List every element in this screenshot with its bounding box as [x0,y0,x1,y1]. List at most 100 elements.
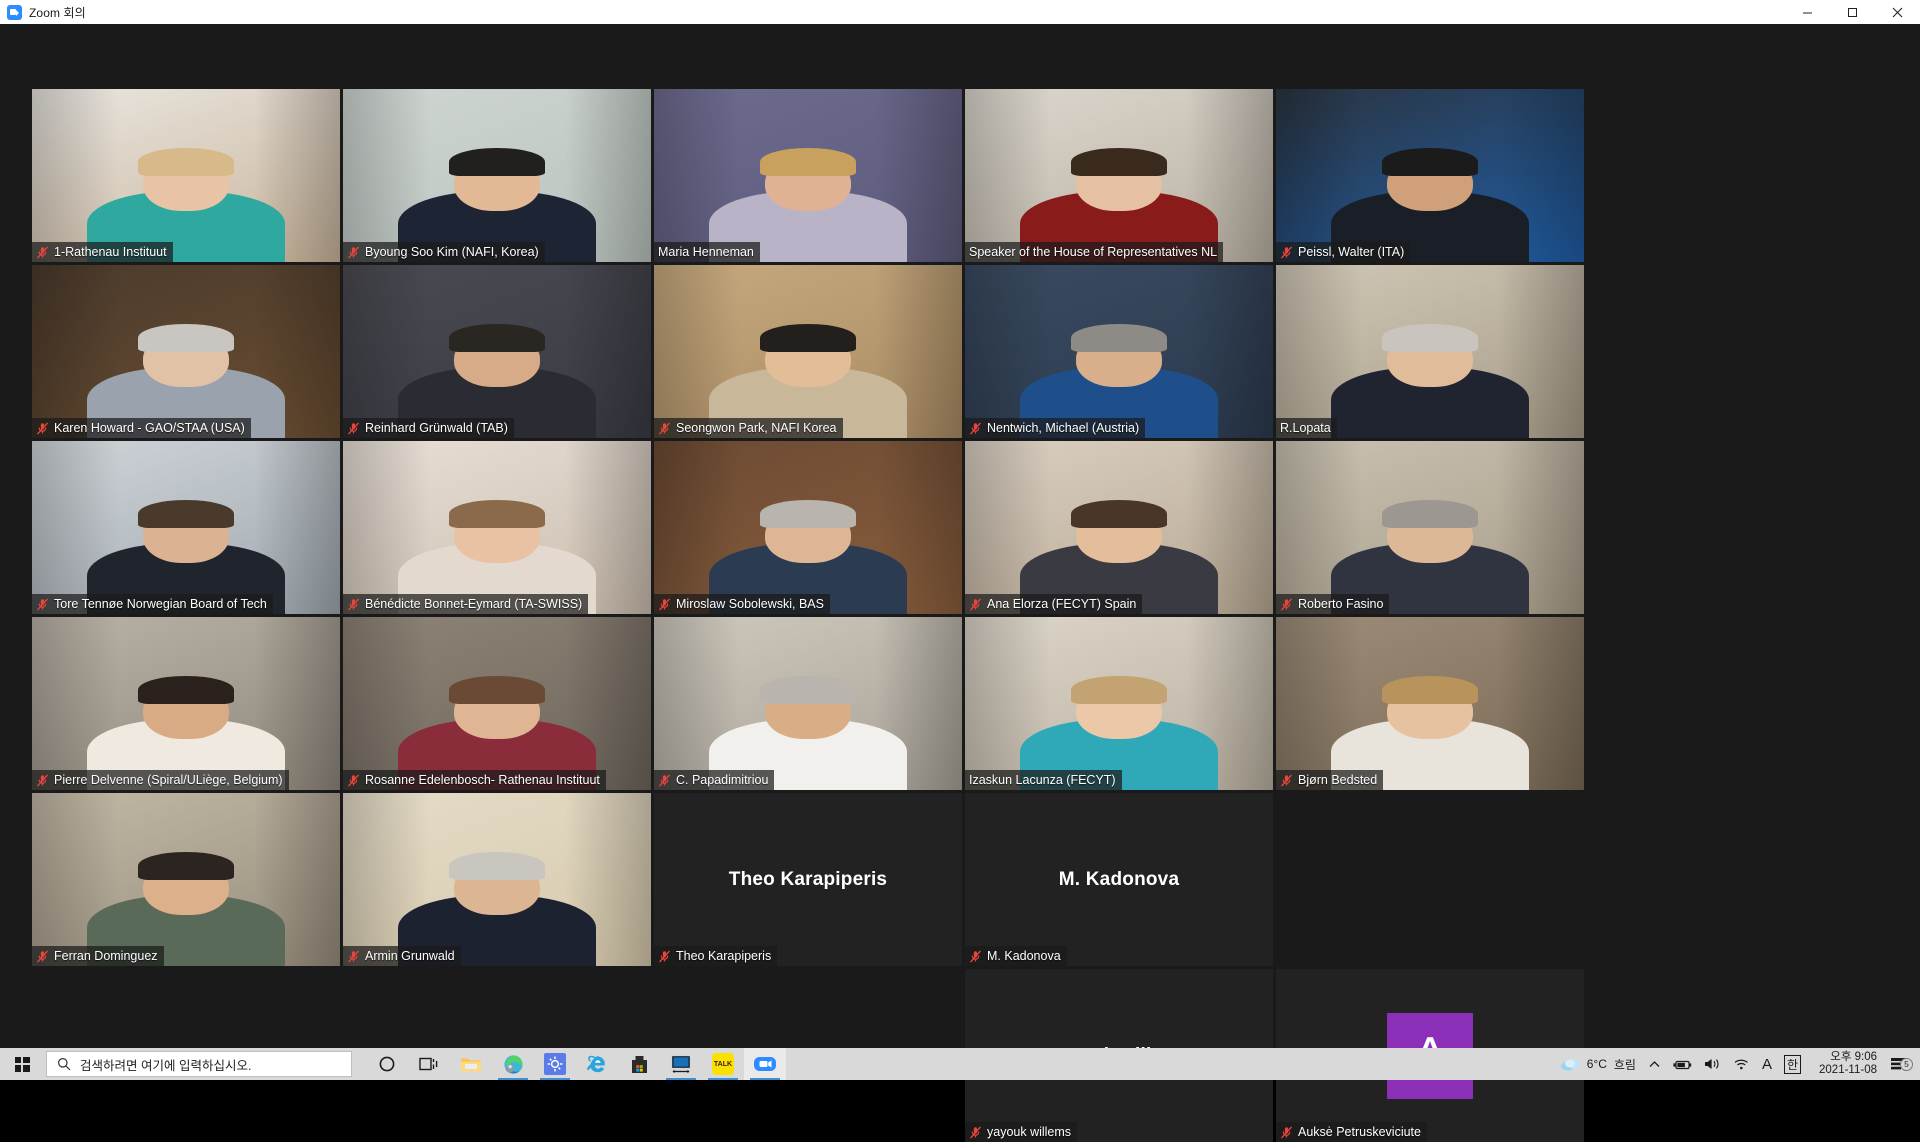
muted-microphone-icon [347,246,360,259]
clock-date: 2021-11-08 [1819,1064,1877,1077]
participant-name-bar: R.Lopata [1276,418,1337,438]
file-explorer-icon[interactable] [450,1048,492,1080]
battery-status-button[interactable] [1667,1048,1698,1080]
participant-video-feed [965,441,1273,614]
participant-tile[interactable]: Bjørn Bedsted [1276,617,1584,790]
muted-microphone-icon [658,598,671,611]
participant-name-label: Izaskun Lacunza (FECYT) [969,773,1116,787]
wifi-icon [1733,1057,1750,1071]
muted-microphone-icon [969,598,982,611]
participant-tile[interactable]: Miroslaw Sobolewski, BAS [654,441,962,614]
show-hidden-icons-button[interactable] [1642,1048,1667,1080]
muted-microphone-icon [36,774,49,787]
participant-name-bar: Seongwon Park, NAFI Korea [654,418,843,438]
participant-tile[interactable]: Ana Elorza (FECYT) Spain [965,441,1273,614]
participant-tile[interactable]: R.Lopata [1276,265,1584,438]
zoom-icon[interactable] [744,1048,786,1080]
participant-video-feed [1276,265,1584,438]
chevron-up-icon [1648,1058,1661,1071]
participant-name-label: Reinhard Grünwald (TAB) [365,421,508,435]
weather-widget[interactable]: 6°C 흐림 [1554,1048,1642,1080]
ime-mode-indicator[interactable]: A [1756,1048,1778,1080]
participant-tile[interactable]: Theo KarapiperisTheo Karapiperis [654,793,962,966]
participant-tile[interactable]: Ferran Dominguez [32,793,340,966]
participant-tile[interactable]: M. KadonovaM. Kadonova [965,793,1273,966]
participant-video-feed [1276,441,1584,614]
volume-button[interactable] [1698,1048,1727,1080]
clock[interactable]: 오후 9:06 2021-11-08 [1807,1051,1885,1077]
participant-name-bar: 1-Rathenau Instituut [32,242,173,262]
participant-name-label: Nentwich, Michael (Austria) [987,421,1139,435]
participant-tile[interactable]: Roberto Fasino [1276,441,1584,614]
participant-tile[interactable]: Seongwon Park, NAFI Korea [654,265,962,438]
participant-name-label: Ana Elorza (FECYT) Spain [987,597,1136,611]
participant-name-bar: Auksė Petruskeviciute [1276,1122,1427,1142]
participant-tile[interactable]: 1-Rathenau Instituut [32,89,340,262]
participant-tile[interactable]: Armin Grunwald [343,793,651,966]
window-title-bar: Zoom 회의 [0,0,1920,24]
participant-name-label: M. Kadonova [987,949,1061,963]
participant-tile[interactable]: Speaker of the House of Representatives … [965,89,1273,262]
cortana-icon[interactable] [366,1048,408,1080]
start-button[interactable] [0,1048,44,1080]
participant-video-feed [654,441,962,614]
participant-name-bar: Tore Tennøe Norwegian Board of Tech [32,594,273,614]
participant-name-label: Speaker of the House of Representatives … [969,245,1217,259]
participant-name-bar: M. Kadonova [965,946,1067,966]
participant-name-label: Maria Henneman [658,245,754,259]
kakaotalk-icon[interactable]: TALK [702,1048,744,1080]
participant-video-feed [1276,89,1584,262]
clock-time: 오후 9:06 [1819,1051,1877,1064]
close-button[interactable] [1875,0,1920,24]
muted-microphone-icon [36,950,49,963]
participant-tile[interactable]: Izaskun Lacunza (FECYT) [965,617,1273,790]
participant-tile[interactable]: Byoung Soo Kim (NAFI, Korea) [343,89,651,262]
search-input[interactable]: 검색하려면 여기에 입력하십시오. [46,1051,352,1077]
participant-name-bar: Bjørn Bedsted [1276,770,1383,790]
participant-tile[interactable]: Peissl, Walter (ITA) [1276,89,1584,262]
participant-tile[interactable]: Rosanne Edelenbosch- Rathenau Instituut [343,617,651,790]
participant-video-feed [654,617,962,790]
window-controls [1785,0,1920,24]
participant-name-label: Miroslaw Sobolewski, BAS [676,597,824,611]
ime-language-indicator[interactable]: 한 [1778,1048,1807,1080]
participant-tile[interactable]: C. Papadimitriou [654,617,962,790]
microsoft-store-icon[interactable] [618,1048,660,1080]
minimize-button[interactable] [1785,0,1830,24]
participant-video-feed [965,265,1273,438]
participant-tile[interactable]: Nentwich, Michael (Austria) [965,265,1273,438]
participant-tile[interactable]: Maria Henneman [654,89,962,262]
task-view-icon[interactable] [408,1048,450,1080]
internet-explorer-icon[interactable] [576,1048,618,1080]
participant-name-bar: yayouk willems [965,1122,1077,1142]
notification-count-badge: 5 [1900,1058,1913,1071]
muted-microphone-icon [658,774,671,787]
participant-name-bar: Ana Elorza (FECYT) Spain [965,594,1142,614]
settings-icon[interactable] [534,1048,576,1080]
participant-name-label: Peissl, Walter (ITA) [1298,245,1404,259]
notification-center-button[interactable]: 5 [1885,1056,1916,1073]
participant-tile[interactable]: Karen Howard - GAO/STAA (USA) [32,265,340,438]
participant-video-feed [343,793,651,966]
search-icon [57,1057,71,1071]
participant-tile[interactable]: Reinhard Grünwald (TAB) [343,265,651,438]
participant-name-label: C. Papadimitriou [676,773,768,787]
network-button[interactable] [1727,1048,1756,1080]
participant-name-label: Karen Howard - GAO/STAA (USA) [54,421,245,435]
participant-tile[interactable]: Pierre Delvenne (Spiral/ULiège, Belgium) [32,617,340,790]
participant-video-feed [32,617,340,790]
system-tray: 6°C 흐림 [1554,1048,1920,1080]
microsoft-edge-icon[interactable] [492,1048,534,1080]
participant-video-feed [32,793,340,966]
participant-name-label: yayouk willems [987,1125,1071,1139]
muted-microphone-icon [347,422,360,435]
participant-name-bar: Roberto Fasino [1276,594,1389,614]
participant-name-bar: Maria Henneman [654,242,760,262]
participant-video-feed [32,89,340,262]
participant-tile[interactable]: Tore Tennøe Norwegian Board of Tech [32,441,340,614]
participant-name-bar: Armin Grunwald [343,946,461,966]
maximize-button[interactable] [1830,0,1875,24]
display-app-icon[interactable] [660,1048,702,1080]
participant-name-label: Auksė Petruskeviciute [1298,1125,1421,1139]
participant-tile[interactable]: Bénédicte Bonnet-Eymard (TA-SWISS) [343,441,651,614]
